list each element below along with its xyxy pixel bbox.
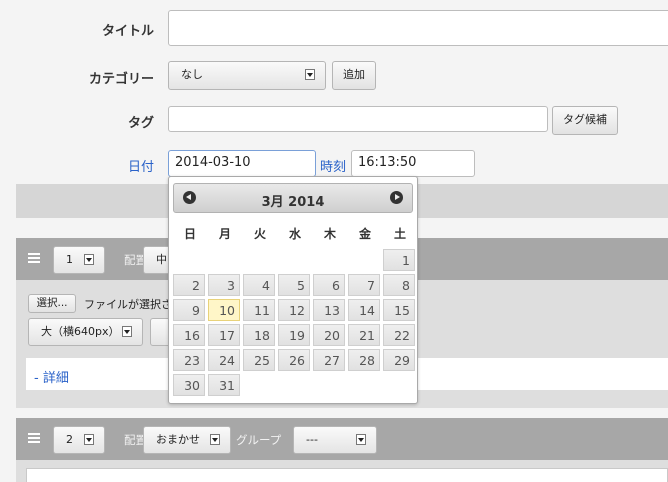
chevron-down-icon — [210, 434, 220, 445]
block1-order-select[interactable]: 1 — [53, 246, 105, 274]
block2-body — [16, 460, 668, 482]
weekday-header: 火 — [253, 227, 266, 241]
chevron-down-icon — [356, 434, 366, 445]
calendar-day[interactable]: 3 — [208, 274, 240, 296]
calendar-day[interactable]: 18 — [243, 324, 275, 346]
title-input[interactable] — [168, 10, 668, 46]
block2-panel — [26, 468, 668, 482]
title-label: タイトル — [101, 24, 154, 39]
calendar-day[interactable]: 11 — [243, 299, 275, 321]
block1-position-value: 中 — [156, 253, 167, 266]
time-label: 時刻 — [320, 160, 347, 175]
calendar-day[interactable]: 24 — [208, 349, 240, 371]
calendar-day[interactable]: 26 — [278, 349, 310, 371]
tag-suggest-button[interactable]: タグ候補 — [552, 106, 618, 135]
time-input[interactable]: 16:13:50 — [351, 150, 475, 177]
file-status-text: ファイルが選択さ — [84, 298, 172, 311]
calendar-day[interactable]: 14 — [348, 299, 380, 321]
drag-handle-icon[interactable] — [28, 253, 40, 263]
datepicker-header: 3月 2014 — [173, 183, 413, 213]
block2-group-label: グループ — [236, 433, 282, 447]
chevron-down-icon — [122, 326, 132, 337]
calendar-day[interactable]: 25 — [243, 349, 275, 371]
file-select-button[interactable]: 選択... — [28, 294, 76, 313]
calendar-day[interactable]: 8 — [383, 274, 415, 296]
calendar-day[interactable]: 1 — [383, 249, 415, 271]
block2-header: 2 配置 おまかせ グループ --- — [16, 418, 668, 460]
drag-handle-icon[interactable] — [28, 433, 40, 443]
block2-group-value: --- — [306, 433, 318, 446]
block2-group-select[interactable]: --- — [293, 426, 377, 454]
weekday-header: 水 — [288, 227, 301, 241]
block2-order-select[interactable]: 2 — [53, 426, 105, 454]
calendar-day[interactable]: 22 — [383, 324, 415, 346]
weekday-header: 金 — [358, 227, 371, 241]
calendar-day[interactable]: 20 — [313, 324, 345, 346]
calendar-day[interactable]: 30 — [173, 374, 205, 396]
chevron-down-icon — [84, 434, 94, 445]
calendar-day[interactable]: 4 — [243, 274, 275, 296]
calendar-day[interactable]: 21 — [348, 324, 380, 346]
weekday-header: 日 — [183, 227, 196, 241]
calendar-day[interactable]: 6 — [313, 274, 345, 296]
calendar-day[interactable]: 13 — [313, 299, 345, 321]
calendar-day[interactable]: 28 — [348, 349, 380, 371]
weekday-header: 木 — [323, 227, 336, 241]
calendar-day-today[interactable]: 10 — [208, 299, 240, 321]
calendar-day[interactable]: 12 — [278, 299, 310, 321]
image-size-value: 大（横640px） — [41, 325, 120, 338]
calendar-day[interactable]: 17 — [208, 324, 240, 346]
detail-link[interactable]: - 詳細 — [34, 367, 69, 386]
calendar-day[interactable]: 27 — [313, 349, 345, 371]
weekday-header: 月 — [218, 227, 231, 241]
calendar-day[interactable]: 9 — [173, 299, 205, 321]
add-category-button[interactable]: 追加 — [332, 61, 376, 90]
tag-input[interactable] — [168, 106, 548, 132]
block2-position-select[interactable]: おまかせ — [143, 426, 231, 454]
datepicker-popup: 3月 2014 日月火水木金土 1 2 3 4 5 6 7 8 9 10 11 12 13 14 15 16 17… — [168, 176, 418, 404]
calendar-day[interactable]: 29 — [383, 349, 415, 371]
date-input[interactable]: 2014-03-10 — [168, 150, 316, 177]
category-select-value: なし — [181, 68, 203, 81]
calendar-day[interactable]: 23 — [173, 349, 205, 371]
weekday-header: 土 — [393, 227, 406, 241]
date-label: 日付 — [127, 160, 154, 175]
next-month-icon[interactable] — [390, 191, 403, 204]
calendar-day[interactable]: 2 — [173, 274, 205, 296]
calendar-day[interactable]: 15 — [383, 299, 415, 321]
tag-label: タグ — [127, 116, 154, 131]
category-select[interactable]: なし — [168, 61, 326, 90]
chevron-down-icon — [84, 254, 94, 265]
calendar-day[interactable]: 31 — [208, 374, 240, 396]
block1-order-value: 1 — [66, 253, 73, 266]
calendar-day[interactable]: 7 — [348, 274, 380, 296]
block2-position-value: おまかせ — [156, 433, 200, 446]
datepicker-title: 3月 2014 — [261, 195, 325, 210]
block2-order-value: 2 — [66, 433, 73, 446]
image-size-select[interactable]: 大（横640px） — [28, 318, 143, 346]
category-label: カテゴリー — [88, 72, 154, 87]
calendar-day[interactable]: 16 — [173, 324, 205, 346]
calendar-day[interactable]: 5 — [278, 274, 310, 296]
chevron-down-icon — [305, 69, 315, 80]
calendar-day[interactable]: 19 — [278, 324, 310, 346]
